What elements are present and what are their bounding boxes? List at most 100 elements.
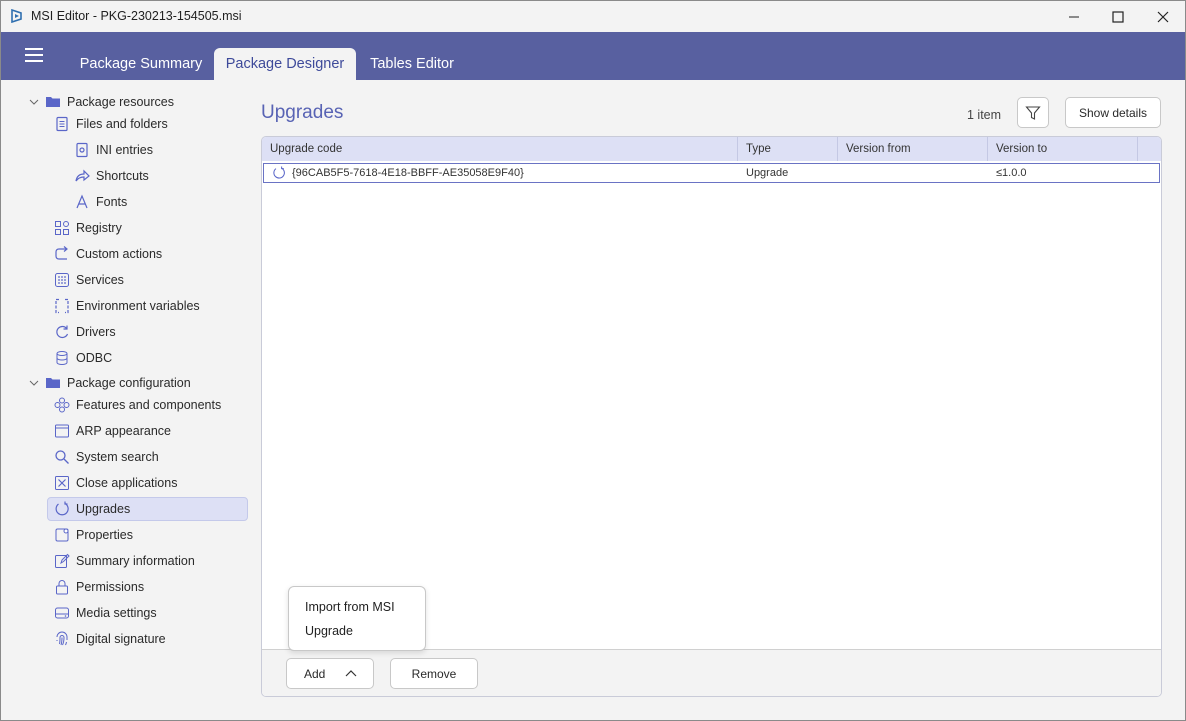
table-header: Upgrade code Type Version from Version t… <box>262 137 1161 161</box>
show-details-button[interactable]: Show details <box>1065 97 1161 128</box>
sidebar-item-system-search[interactable]: System search <box>54 445 159 469</box>
edit-icon <box>54 553 70 569</box>
title-bar: MSI Editor - PKG-230213-154505.msi <box>1 1 1185 32</box>
registry-icon <box>54 220 70 236</box>
sidebar-item-services[interactable]: Services <box>54 268 124 292</box>
tree-group-package-resources[interactable]: Package resources <box>45 90 174 114</box>
column-header-version-from[interactable]: Version from <box>838 137 988 161</box>
filter-icon <box>1025 105 1041 120</box>
window-icon <box>54 423 70 439</box>
minimize-button[interactable] <box>1051 1 1097 32</box>
cell-type: Upgrade <box>746 167 789 179</box>
column-header-upgrade-code[interactable]: Upgrade code <box>262 137 738 161</box>
remove-button[interactable]: Remove <box>390 658 478 689</box>
page-title: Upgrades <box>261 102 344 123</box>
sidebar-item-drivers[interactable]: Drivers <box>54 320 116 344</box>
custom-action-icon <box>54 246 70 262</box>
sidebar-item-label: INI entries <box>96 143 153 157</box>
sidebar-item-properties[interactable]: Properties <box>54 523 133 547</box>
hamburger-menu-icon[interactable] <box>25 48 43 62</box>
sidebar-item-label: System search <box>76 450 159 464</box>
sidebar-tree: Package resources Files and folders INI … <box>1 80 255 720</box>
sidebar-item-custom-actions[interactable]: Custom actions <box>54 242 162 266</box>
tab-package-designer[interactable]: Package Designer <box>214 48 356 80</box>
sidebar-item-files-and-folders[interactable]: Files and folders <box>54 112 168 136</box>
sidebar-item-label: Shortcuts <box>96 169 149 183</box>
sidebar-item-label: Services <box>76 273 124 287</box>
sidebar-item-label: Permissions <box>76 580 145 594</box>
tree-group-label: Package configuration <box>67 376 191 390</box>
minimize-icon <box>1069 16 1079 17</box>
properties-icon <box>54 527 70 543</box>
sidebar-item-features-and-components[interactable]: Features and components <box>54 393 221 417</box>
sidebar-item-summary-information[interactable]: Summary information <box>54 549 195 573</box>
tree-group-label: Package resources <box>67 95 175 109</box>
sidebar-item-label: Summary information <box>76 554 195 568</box>
sidebar-item-digital-signature[interactable]: Digital signature <box>54 627 166 651</box>
fingerprint-icon <box>54 631 70 647</box>
sidebar-item-label: Environment variables <box>76 299 200 313</box>
filter-button[interactable] <box>1017 97 1049 128</box>
sidebar-item-label: Fonts <box>96 195 128 209</box>
sidebar-item-label: Files and folders <box>76 117 168 131</box>
menu-item-import-from-msi[interactable]: Import from MSI <box>305 600 395 614</box>
chevron-down-icon[interactable] <box>29 378 39 388</box>
drivers-icon <box>54 324 70 340</box>
add-dropdown-menu: Import from MSI Upgrade <box>288 586 426 651</box>
sidebar-item-media-settings[interactable]: Media settings <box>54 601 157 625</box>
sidebar-item-label: Registry <box>76 221 122 235</box>
sidebar-item-odbc[interactable]: ODBC <box>54 346 112 370</box>
item-count: 1 item <box>967 108 1002 122</box>
sidebar-item-label: Custom actions <box>76 247 163 261</box>
font-icon <box>74 194 90 210</box>
sidebar-item-arp-appearance[interactable]: ARP appearance <box>54 419 171 443</box>
refresh-icon <box>273 166 285 179</box>
sidebar-item-label: Features and components <box>76 398 222 412</box>
column-header-version-to[interactable]: Version to <box>988 137 1138 161</box>
sidebar-item-fonts[interactable]: Fonts <box>74 190 127 214</box>
lock-icon <box>54 579 70 595</box>
search-icon <box>54 449 70 465</box>
sidebar-item-label: Properties <box>76 528 133 542</box>
sidebar-item-label: Digital signature <box>76 632 166 646</box>
chevron-up-icon <box>345 670 357 677</box>
sidebar-item-label: Upgrades <box>76 502 131 516</box>
sidebar-item-permissions[interactable]: Permissions <box>54 575 144 599</box>
chevron-down-icon[interactable] <box>29 97 39 107</box>
ini-icon <box>74 142 90 158</box>
sidebar-item-label: ARP appearance <box>76 424 171 438</box>
folder-icon <box>45 94 61 110</box>
add-button[interactable]: Add <box>286 658 374 689</box>
services-icon <box>54 272 70 288</box>
maximize-button[interactable] <box>1095 1 1141 32</box>
sidebar-item-registry[interactable]: Registry <box>54 216 122 240</box>
tab-tables-editor[interactable]: Tables Editor <box>361 48 463 80</box>
maximize-icon <box>1112 10 1124 23</box>
close-icon <box>1157 11 1169 22</box>
sidebar-item-label: Close applications <box>76 476 178 490</box>
sidebar-item-label: Media settings <box>76 606 157 620</box>
sidebar-item-label: Drivers <box>76 325 116 339</box>
close-window-button[interactable] <box>1140 1 1186 32</box>
features-icon <box>54 397 70 413</box>
app-logo-icon <box>11 9 22 23</box>
database-icon <box>54 350 70 366</box>
shortcut-icon <box>74 168 90 184</box>
menu-item-upgrade[interactable]: Upgrade <box>305 624 353 638</box>
folder-icon <box>45 375 61 391</box>
sidebar-item-shortcuts[interactable]: Shortcuts <box>74 164 149 188</box>
sidebar-item-close-applications[interactable]: Close applications <box>54 471 177 495</box>
sidebar-item-label: ODBC <box>76 351 113 365</box>
cell-version-to: ≤1.0.0 <box>996 167 1027 179</box>
sidebar-item-upgrades[interactable]: Upgrades <box>47 497 248 521</box>
table-row[interactable]: {96CAB5F5-7618-4E18-BBFF-AE35058E9F40} U… <box>263 163 1160 183</box>
sidebar-item-environment-variables[interactable]: Environment variables <box>54 294 200 318</box>
tree-group-package-configuration[interactable]: Package configuration <box>45 371 191 395</box>
close-box-icon <box>54 475 70 491</box>
cell-upgrade-code: {96CAB5F5-7618-4E18-BBFF-AE35058E9F40} <box>292 167 524 179</box>
disk-icon <box>54 605 70 621</box>
tab-package-summary[interactable]: Package Summary <box>71 48 211 80</box>
sidebar-item-ini-entries[interactable]: INI entries <box>74 138 153 162</box>
column-header-type[interactable]: Type <box>738 137 838 161</box>
file-icon <box>54 116 70 132</box>
